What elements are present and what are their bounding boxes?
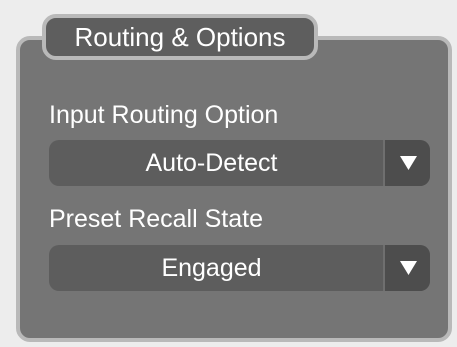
preset-recall-state-dropdown[interactable]: Engaged <box>49 245 430 291</box>
input-routing-option-value: Auto-Detect <box>145 149 278 177</box>
preset-recall-state-label: Preset Recall State <box>49 205 263 233</box>
group-title: Routing & Options <box>42 14 318 60</box>
input-routing-option-dropdown[interactable]: Auto-Detect <box>49 140 430 186</box>
routing-options-window: Routing & Options Input Routing Option A… <box>0 0 457 347</box>
preset-recall-state-value: Engaged <box>161 254 262 282</box>
routing-options-group <box>16 36 452 342</box>
triangle-down-icon <box>400 261 417 275</box>
input-routing-option-label: Input Routing Option <box>49 101 279 129</box>
triangle-down-icon <box>400 156 417 170</box>
dropdown-arrow-button[interactable] <box>383 245 430 291</box>
dropdown-arrow-button[interactable] <box>383 140 430 186</box>
